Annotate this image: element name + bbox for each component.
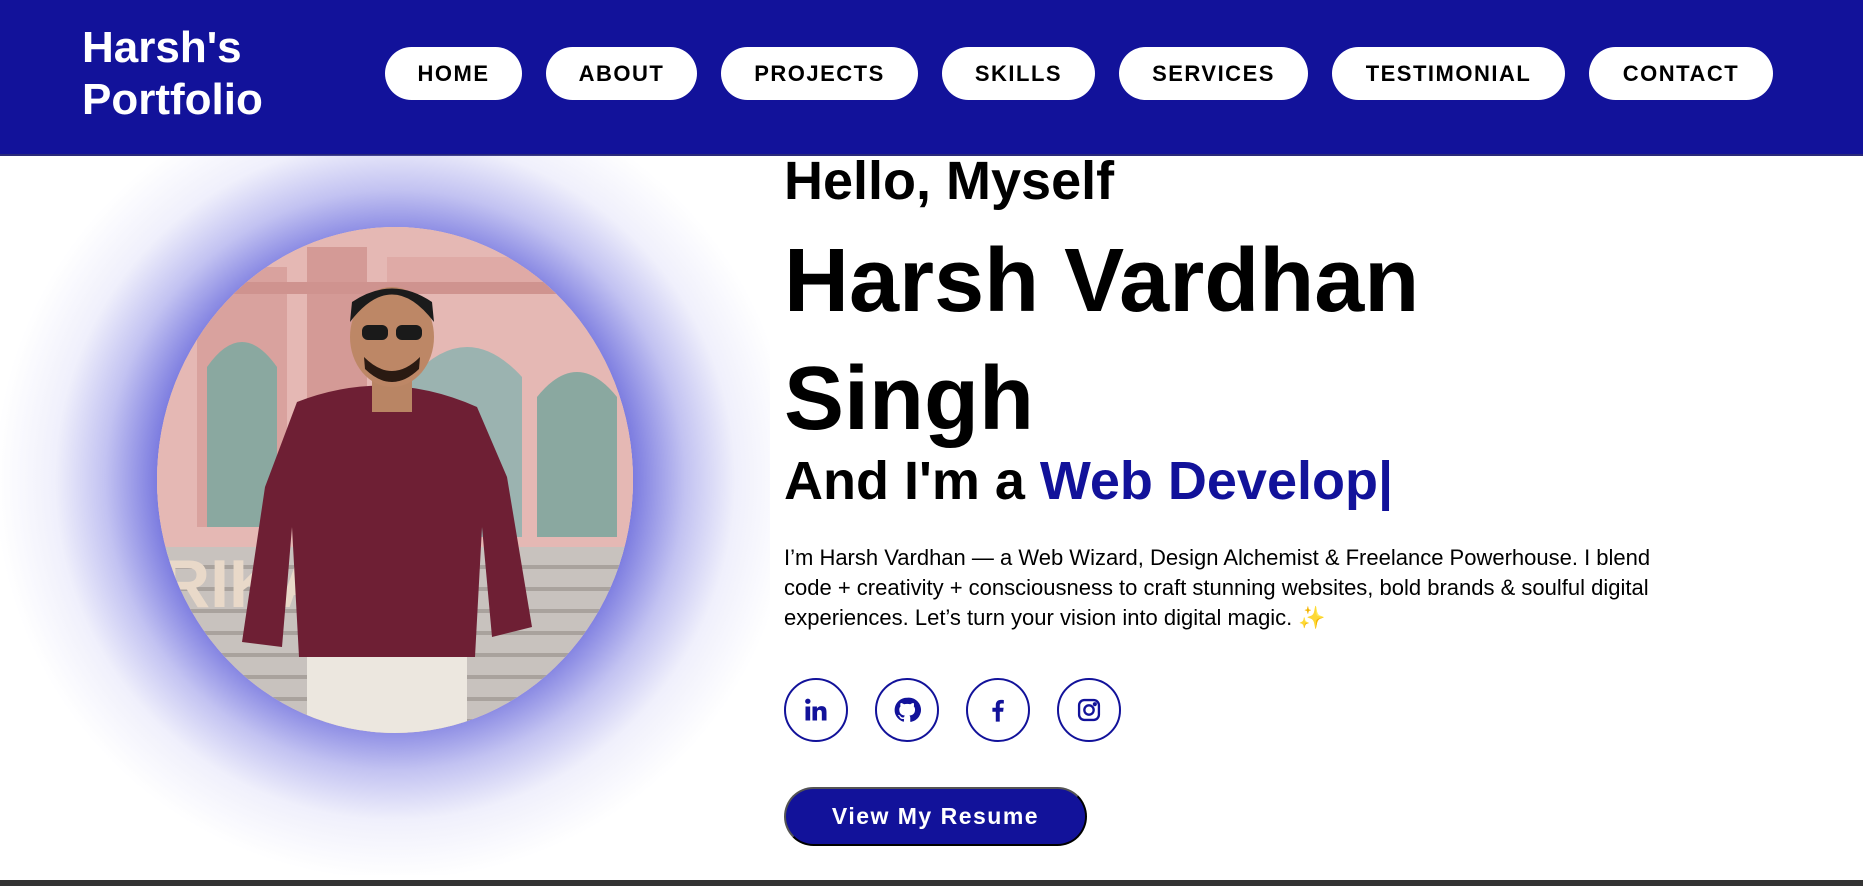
brand-line-2: Portfolio bbox=[82, 75, 263, 124]
navbar: Harsh's Portfolio HOME ABOUT PROJECTS SK… bbox=[0, 0, 1863, 156]
page-bottom-border bbox=[0, 880, 1863, 886]
brand-line-1: Harsh's bbox=[82, 23, 242, 72]
nav-skills[interactable]: SKILLS bbox=[942, 47, 1095, 100]
hero-greeting: Hello, Myself bbox=[784, 151, 1115, 211]
profile-photo: RIKA bbox=[157, 227, 633, 733]
nav-contact[interactable]: CONTACT bbox=[1589, 47, 1773, 100]
nav-home[interactable]: HOME bbox=[385, 47, 522, 100]
nav-testimonial[interactable]: TESTIMONIAL bbox=[1332, 47, 1565, 100]
github-link[interactable] bbox=[875, 678, 939, 742]
linkedin-icon bbox=[805, 698, 827, 721]
instagram-link[interactable] bbox=[1057, 678, 1121, 742]
facebook-icon bbox=[992, 699, 1004, 722]
linkedin-link[interactable] bbox=[784, 678, 848, 742]
view-resume-button[interactable]: View My Resume bbox=[784, 787, 1087, 846]
nav-about[interactable]: ABOUT bbox=[546, 47, 697, 100]
role-typed-text: Web Develop| bbox=[1039, 451, 1394, 511]
facebook-link[interactable] bbox=[966, 678, 1030, 742]
hero-role: And I'm a Web Develop| bbox=[784, 448, 1393, 514]
hero-name: Harsh Vardhan Singh bbox=[784, 231, 1420, 449]
nav-services[interactable]: SERVICES bbox=[1119, 47, 1308, 100]
instagram-icon bbox=[1077, 698, 1101, 722]
brand-logo[interactable]: Harsh's Portfolio bbox=[82, 22, 263, 126]
github-icon bbox=[894, 697, 921, 722]
nav-projects[interactable]: PROJECTS bbox=[721, 47, 918, 100]
role-prefix: And I'm a bbox=[784, 451, 1040, 511]
hero-bio: I’m Harsh Vardhan — a Web Wizard, Design… bbox=[784, 545, 1651, 630]
